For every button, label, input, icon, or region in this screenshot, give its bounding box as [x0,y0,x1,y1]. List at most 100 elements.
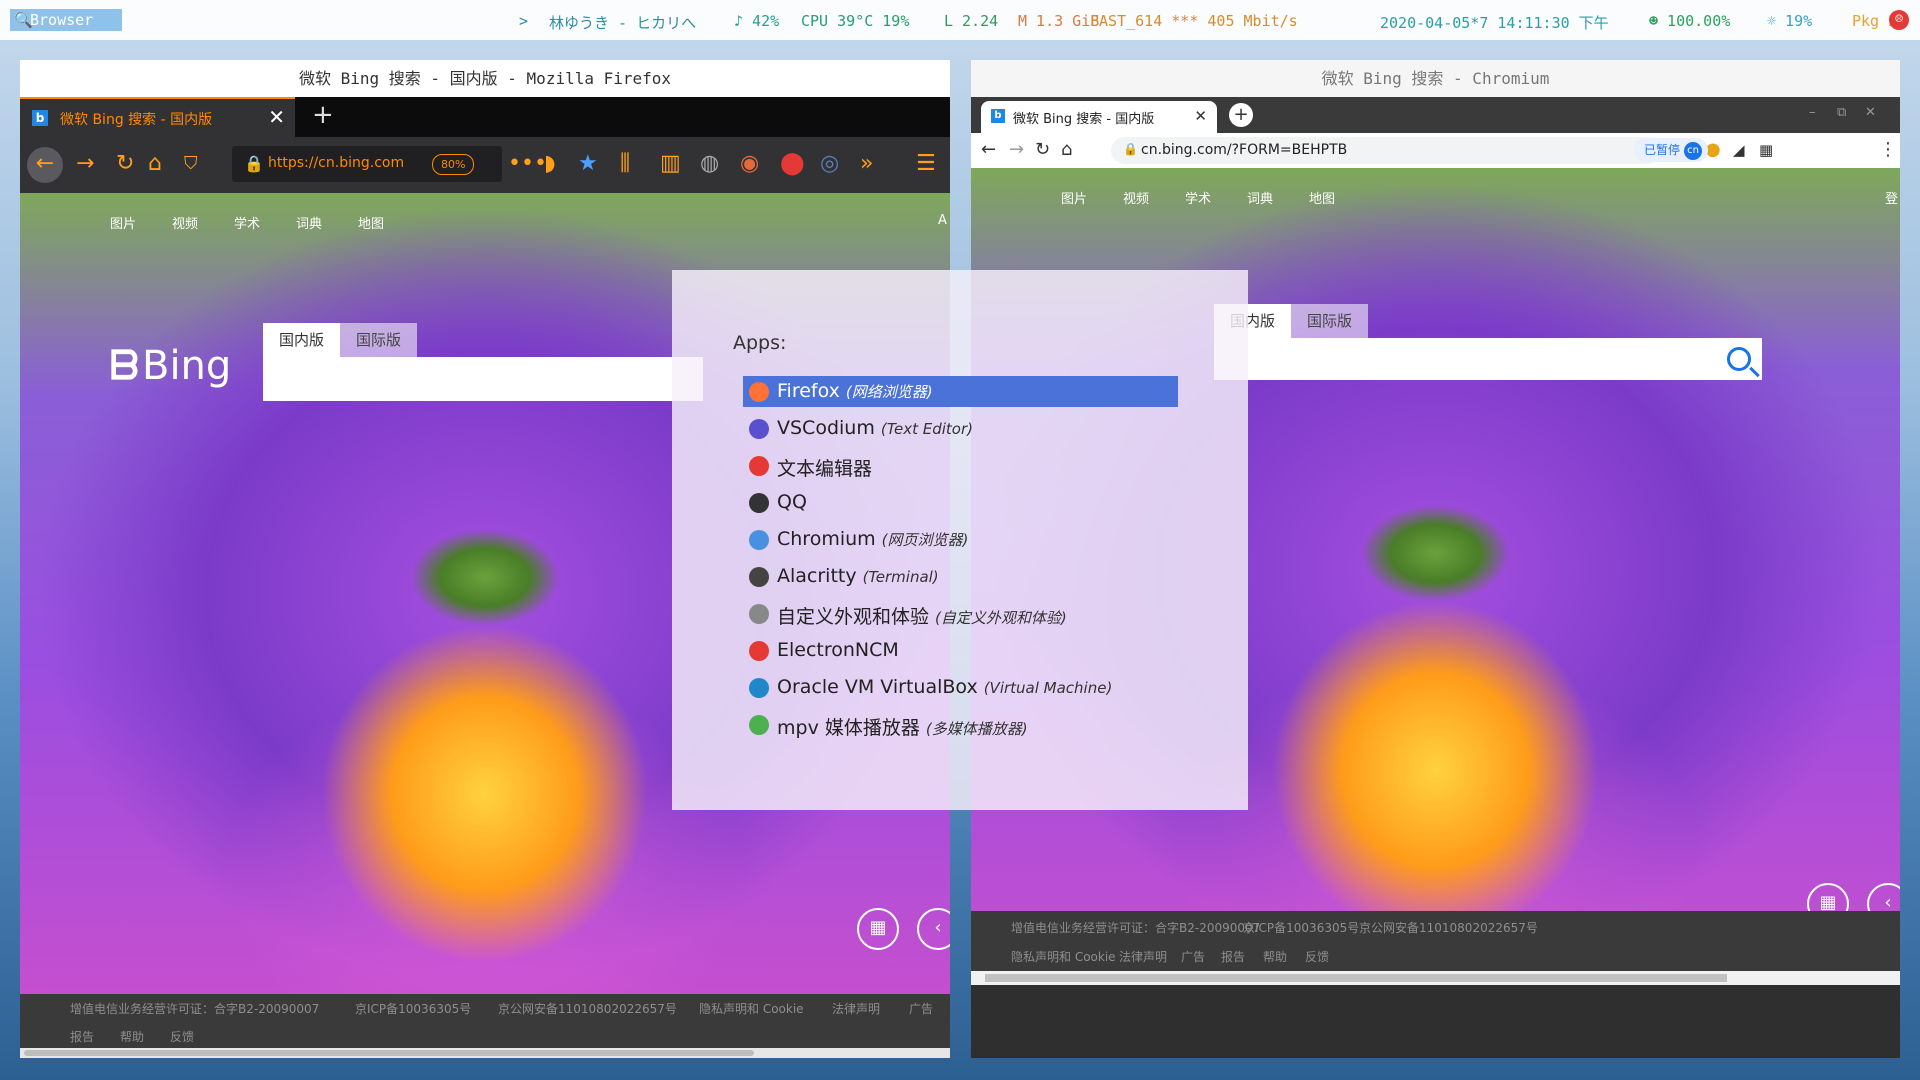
home-icon[interactable]: ⌂ [148,151,162,177]
firefox-tab[interactable]: b 微软 Bing 搜索 - 国内版 ✕ [20,97,295,137]
qr-code-icon[interactable]: ▦ [857,908,899,950]
chevron-left-icon[interactable]: ‹ [917,908,950,950]
bing-nav-dictionary[interactable]: 词典 [1247,188,1273,207]
close-tab-icon[interactable]: ✕ [268,105,285,129]
footer-link[interactable]: 隐私声明和 Cookie [1011,948,1116,965]
extension-globe-icon[interactable]: ◍ [700,151,719,177]
bing-nav-dictionary[interactable]: 词典 [296,213,322,232]
chromium-tab[interactable]: b 微软 Bing 搜索 - 国内版 ✕ [981,101,1217,133]
reload-icon[interactable]: ↻ [1035,139,1050,161]
extension-pin-icon[interactable]: ⬤ [780,151,805,177]
footer-link[interactable]: 报告 [70,1028,94,1045]
footer-link[interactable]: 京公网安备11010802022657号 [498,1000,677,1017]
bing-login-link[interactable]: A [938,213,947,228]
extension-fox-icon[interactable]: ◉ [740,151,759,177]
tab-intl[interactable]: 国际版 [340,323,418,357]
new-tab-icon[interactable]: + [1229,103,1253,127]
more-actions-icon[interactable]: ••• [508,151,547,177]
footer-link[interactable]: 反馈 [1305,948,1329,965]
footer-link[interactable]: 法律声明 [1119,948,1167,965]
footer-link[interactable]: 增值电信业务经营许可证：合字B2-20090007 [1011,919,1260,936]
footer-link[interactable]: 增值电信业务经营许可证：合字B2-20090007 [70,1000,319,1017]
forward-icon[interactable]: → [76,151,94,177]
back-button[interactable]: ← [27,147,63,183]
footer-link[interactable]: 报告 [1221,948,1245,965]
tab-intl[interactable]: 国际版 [1291,304,1369,338]
app-name: mpv 媒体播放器 (多媒体播放器) [777,713,1028,740]
shield-icon[interactable]: ⛉ [184,151,198,177]
footer-link[interactable]: 隐私声明和 Cookie [699,1000,804,1017]
footer-link[interactable]: 法律声明 [832,1000,880,1017]
app-entry[interactable]: 文本编辑器 [743,450,1178,481]
sidebar-icon[interactable]: ▥ [660,151,681,177]
scrollbar-thumb[interactable] [24,1050,754,1056]
footer-link[interactable]: 京ICP备10036305号 [355,1000,471,1017]
footer-link[interactable]: 广告 [909,1000,933,1017]
bing-nav-images[interactable]: 图片 [1061,188,1087,207]
app-entry[interactable]: Oracle VM VirtualBox (Virtual Machine) [743,672,1178,703]
bing-nav-maps[interactable]: 地图 [1309,188,1335,207]
app-title: Chromium [777,528,876,550]
new-tab-icon[interactable]: + [312,100,334,130]
profile-paused-chip[interactable]: 已暂停 cn [1634,138,1709,162]
bing-search-input[interactable] [1214,338,1762,380]
tab-cn[interactable]: 国内版 [263,323,341,357]
workspace-tag[interactable]: 🔍Browser [10,9,122,31]
app-name: Firefox (网络浏览器) [777,380,933,402]
horizontal-scrollbar[interactable] [971,971,1900,985]
app-entry[interactable]: Alacritty (Terminal) [743,561,1178,592]
bing-nav-academic[interactable]: 学术 [1185,188,1211,207]
bing-nav-videos[interactable]: 视频 [172,213,198,232]
bing-nav-videos[interactable]: 视频 [1123,188,1149,207]
app-entry[interactable]: QQ [743,487,1178,518]
app-name: Chromium (网页浏览器) [777,528,968,550]
status-song: 林ゆうき - ヒカリへ [549,14,697,32]
horizontal-scrollbar[interactable] [20,1048,950,1058]
bing-search-input[interactable] [263,357,703,401]
library-icon[interactable]: ⫼ [620,151,630,177]
footer-link[interactable]: 京公网安备11010802022657号 [1359,919,1538,936]
close-window-icon[interactable]: ✕ [1865,105,1876,120]
bookmark-star-icon[interactable]: ★ [578,151,598,177]
app-entry[interactable]: Firefox (网络浏览器) [743,376,1178,407]
app-entry[interactable]: Chromium (网页浏览器) [743,524,1178,555]
extension-network-icon[interactable]: ◎ [820,151,839,177]
close-tab-icon[interactable]: ✕ [1194,107,1207,125]
bing-login-link[interactable]: 登 [1885,188,1898,207]
app-entry[interactable]: mpv 媒体播放器 (多媒体播放器) [743,709,1178,740]
zoom-indicator[interactable]: 80% [432,154,475,175]
footer-link[interactable]: 广告 [1181,948,1205,965]
hamburger-menu-icon[interactable]: ☰ [916,151,936,177]
app-description: (Text Editor) [880,420,974,438]
status-cpu: CPU 39°C 19% [801,12,910,30]
maximize-icon[interactable]: ⧉ [1837,105,1846,120]
search-icon[interactable] [1727,347,1751,371]
kebab-menu-icon[interactable]: ⋮ [1879,139,1897,161]
app-description: (网页浏览器) [881,531,969,549]
scrollbar-thumb[interactable] [985,974,1727,982]
bing-nav-academic[interactable]: 学术 [234,213,260,232]
rss-icon[interactable]: ◢ [1733,139,1745,161]
home-icon[interactable]: ⌂ [1061,139,1072,161]
app-entry[interactable]: VSCodium (Text Editor) [743,413,1178,444]
app-description: (Terminal) [862,568,939,586]
footer-link[interactable]: 反馈 [170,1028,194,1045]
bing-nav-images[interactable]: 图片 [110,213,136,232]
back-icon[interactable]: ← [981,139,996,161]
forward-icon[interactable]: → [1009,139,1024,161]
footer-link[interactable]: 帮助 [1263,948,1287,965]
bing-nav-maps[interactable]: 地图 [358,213,384,232]
omnibox[interactable]: 🔒 cn.bing.com/?FORM=BEHPTB ☆ [1111,137,1661,164]
extension-grid-icon[interactable]: ▦ [1759,139,1773,161]
overflow-chevron-icon[interactable]: » [860,151,873,177]
reload-icon[interactable]: ↻ [116,151,134,177]
status-volume: ♪ 42% [734,12,780,30]
app-entry[interactable]: 自定义外观和体验 (自定义外观和体验) [743,598,1178,629]
app-entry[interactable]: ElectronNCM [743,635,1178,666]
footer-link[interactable]: 帮助 [120,1028,144,1045]
pocket-icon[interactable]: ◗ [544,151,556,177]
bing-footer: 增值电信业务经营许可证：合字B2-20090007 京ICP备10036305号… [971,911,1900,971]
minimize-icon[interactable]: – [1809,105,1816,120]
app-title: 自定义外观和体验 [777,606,930,628]
footer-link[interactable]: 京ICP备10036305号 [1243,919,1359,936]
